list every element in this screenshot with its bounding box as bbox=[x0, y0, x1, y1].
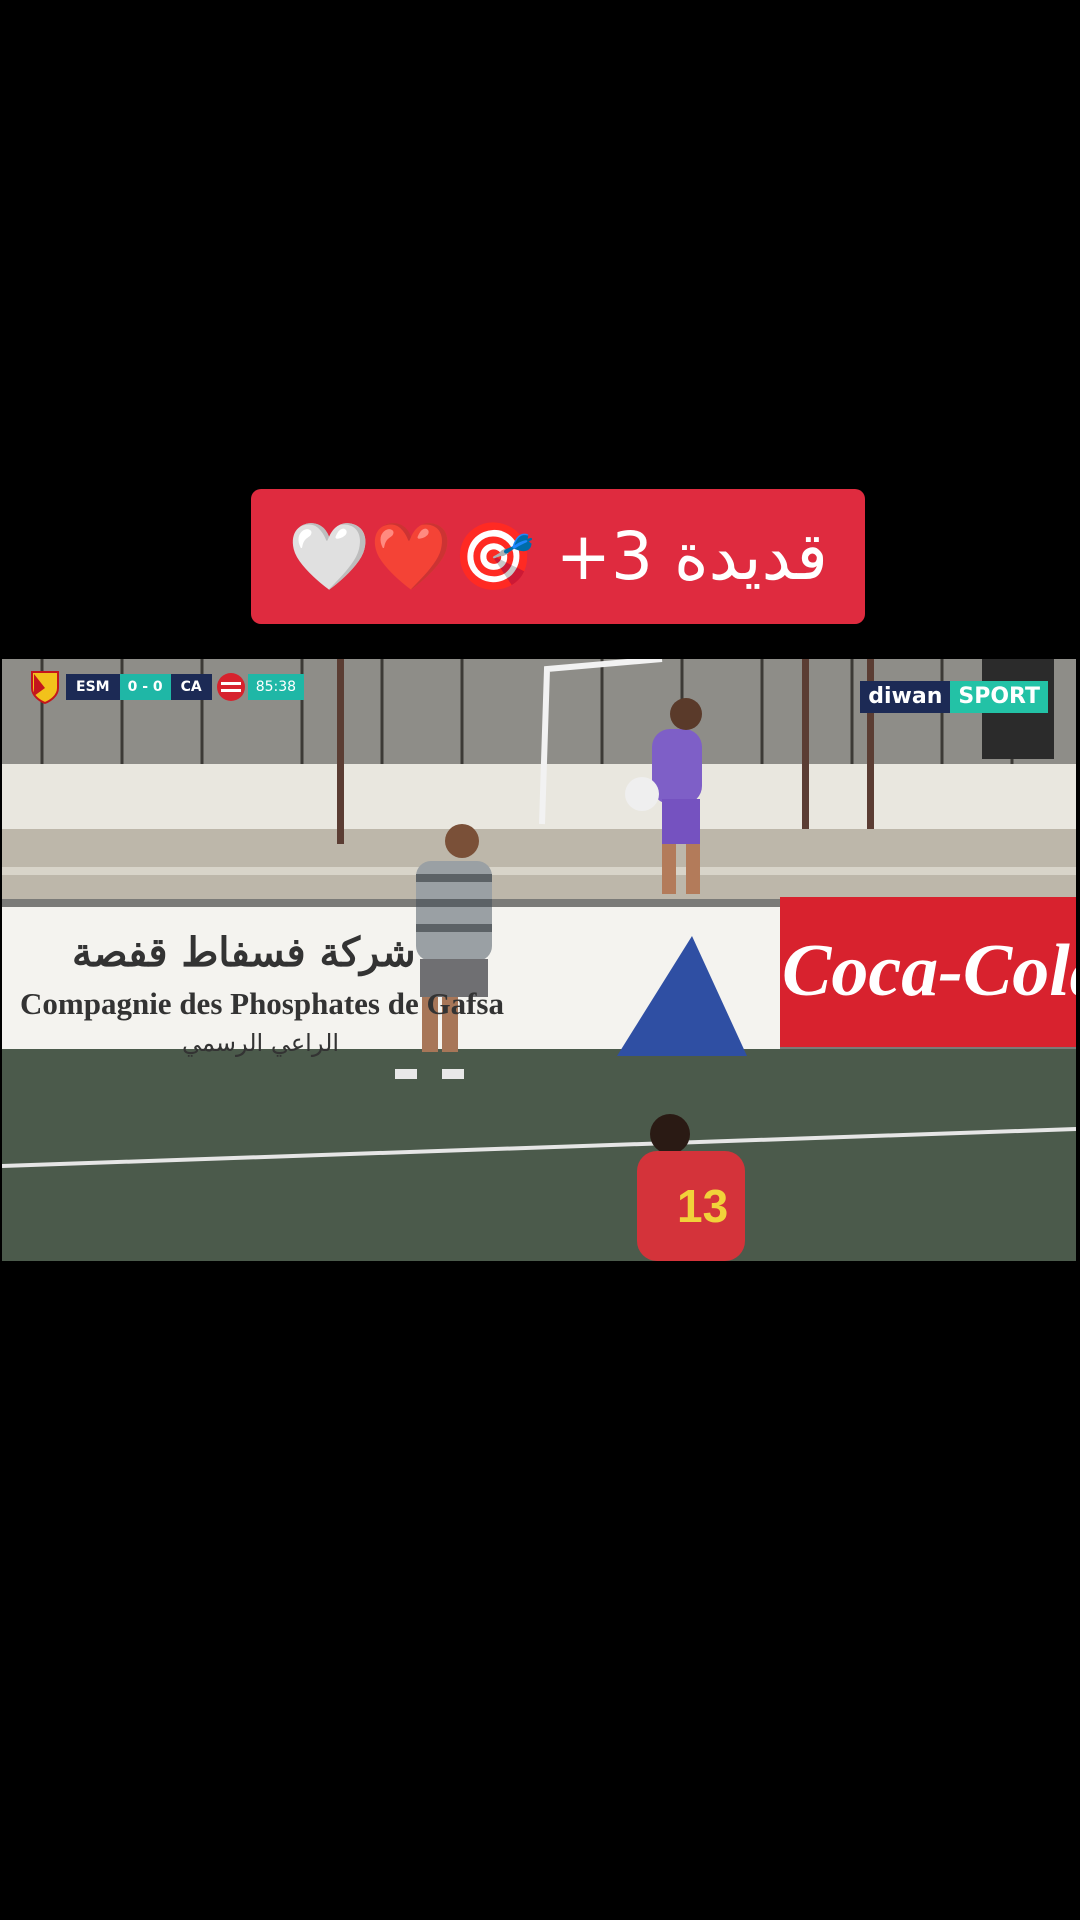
home-crest-icon bbox=[31, 671, 59, 704]
scoreboard: ESM 0 - 0 CA 85:38 bbox=[30, 671, 305, 704]
caption-banner: قديدة 3+ 🎯❤️🤍 bbox=[251, 489, 865, 624]
channel-logo: diwan SPORT bbox=[860, 681, 1048, 713]
board-arabic-text: شركة فسفاط قفصة bbox=[72, 929, 416, 976]
home-team: ESM bbox=[66, 674, 120, 700]
match-clock: 85:38 bbox=[247, 674, 305, 700]
logo-diwan: diwan bbox=[860, 681, 951, 713]
board-french-text: Compagnie des Phosphates de Gafsa bbox=[20, 986, 504, 1021]
board-arabic-subtext: الراعي الرسمي bbox=[182, 1029, 340, 1057]
player-number: 13 bbox=[677, 1180, 729, 1232]
logo-sport: SPORT bbox=[950, 681, 1048, 713]
video-frame[interactable]: شركة فسفاط قفصة Compagnie des Phosphates… bbox=[2, 659, 1076, 1261]
away-crest-icon bbox=[216, 673, 245, 701]
caption-text: قديدة 3+ 🎯❤️🤍 bbox=[288, 517, 828, 595]
score: 0 - 0 bbox=[119, 674, 171, 700]
board-cocacola-text: Coca-Cola bbox=[782, 930, 1076, 1012]
away-team: CA bbox=[170, 674, 212, 700]
